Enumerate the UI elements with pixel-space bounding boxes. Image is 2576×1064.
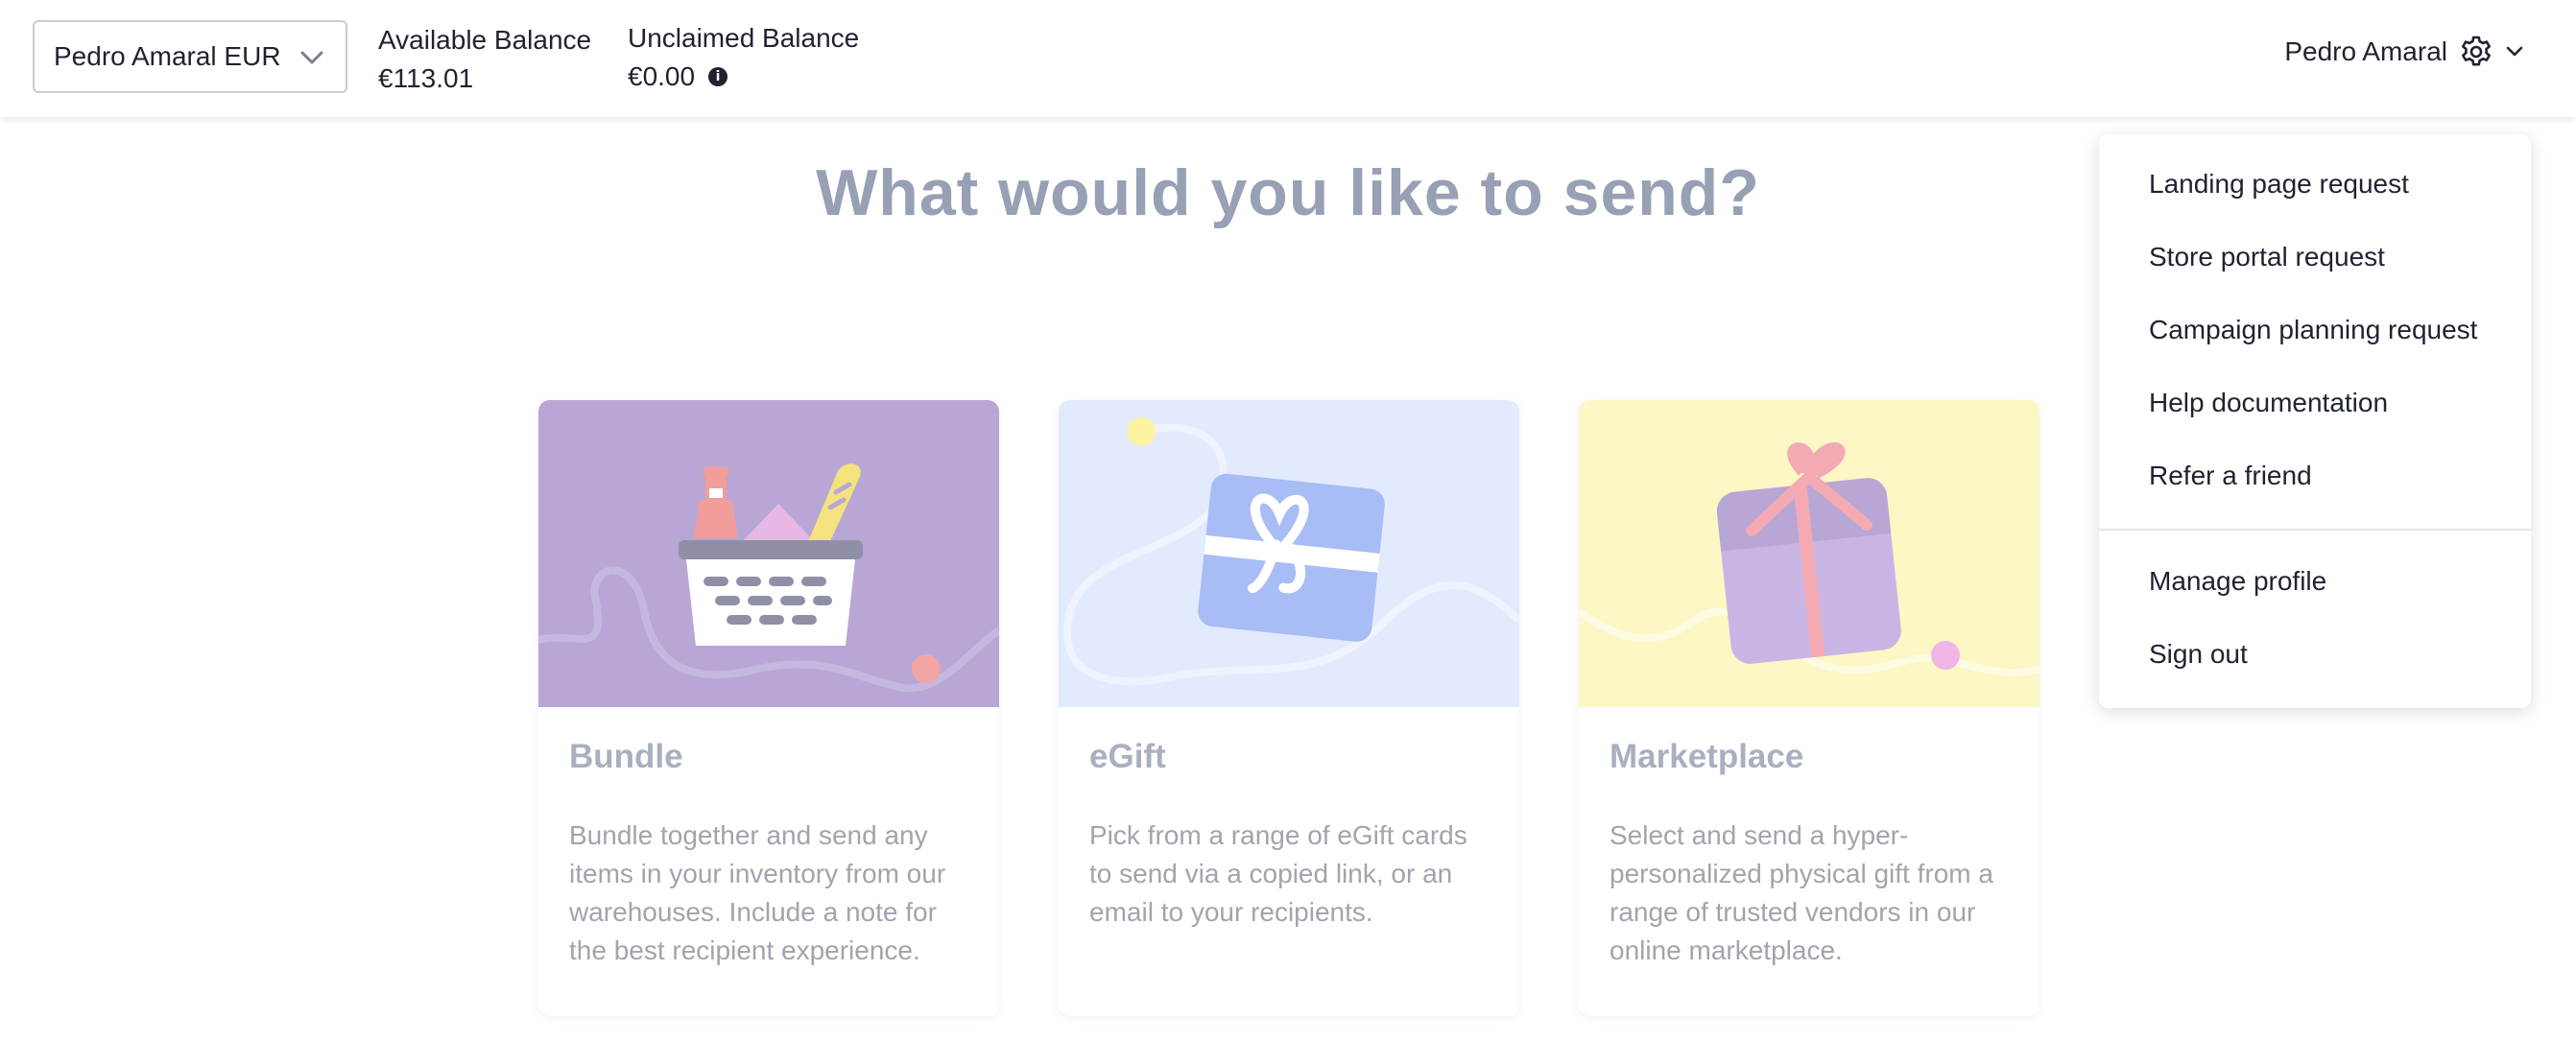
egift-card[interactable]: eGift Pick from a range of eGift cards t… (1059, 400, 1519, 1016)
card-description: Select and send a hyper-personalized phy… (1610, 820, 1993, 965)
menu-item-manage-profile[interactable]: Manage profile (2149, 566, 2326, 597)
account-select-label: Pedro Amaral EUR (54, 41, 281, 71)
available-balance-value: €113.01 (378, 63, 474, 93)
marketplace-card[interactable]: Marketplace Select and send a hyper-pers… (1579, 400, 2039, 1016)
card-title: Bundle (569, 738, 683, 775)
account-select[interactable]: Pedro Amaral EUR (33, 20, 347, 93)
gift-card-illustration (1059, 400, 1519, 707)
menu-item-store-portal-request[interactable]: Store portal request (2149, 242, 2385, 272)
chevron-down-icon (300, 51, 323, 64)
card-title: Marketplace (1610, 738, 1804, 775)
menu-item-sign-out[interactable]: Sign out (2149, 639, 2248, 670)
info-icon[interactable] (708, 67, 728, 86)
user-dropdown-menu: Landing page request Store portal reques… (2099, 134, 2531, 708)
available-balance: Available Balance €113.01 (378, 21, 591, 98)
available-balance-label: Available Balance (378, 25, 592, 55)
top-bar: Pedro Amaral EUR Available Balance €113.… (0, 0, 2576, 117)
gift-box-illustration (1579, 400, 2039, 707)
user-menu-toggle[interactable]: Pedro Amaral (2284, 35, 2524, 69)
bundle-card[interactable]: Bundle Bundle together and send any item… (538, 400, 999, 1016)
unclaimed-balance: Unclaimed Balance €0.00 (628, 19, 859, 96)
unclaimed-balance-label: Unclaimed Balance (628, 23, 860, 53)
card-description: Pick from a range of eGift cards to send… (1089, 820, 1467, 927)
menu-item-campaign-planning-request[interactable]: Campaign planning request (2149, 315, 2477, 345)
menu-item-refer-a-friend[interactable]: Refer a friend (2149, 461, 2312, 491)
card-description: Bundle together and send any items in yo… (569, 820, 946, 965)
user-name: Pedro Amaral (2284, 36, 2447, 66)
card-title: eGift (1089, 738, 1166, 775)
menu-item-landing-page-request[interactable]: Landing page request (2149, 169, 2409, 200)
gear-icon (2462, 35, 2491, 66)
unclaimed-balance-value: €0.00 (628, 61, 696, 91)
menu-item-help-documentation[interactable]: Help documentation (2149, 388, 2388, 418)
basket-illustration (538, 400, 999, 707)
chevron-down-icon (2506, 46, 2523, 57)
menu-divider (2099, 529, 2531, 531)
